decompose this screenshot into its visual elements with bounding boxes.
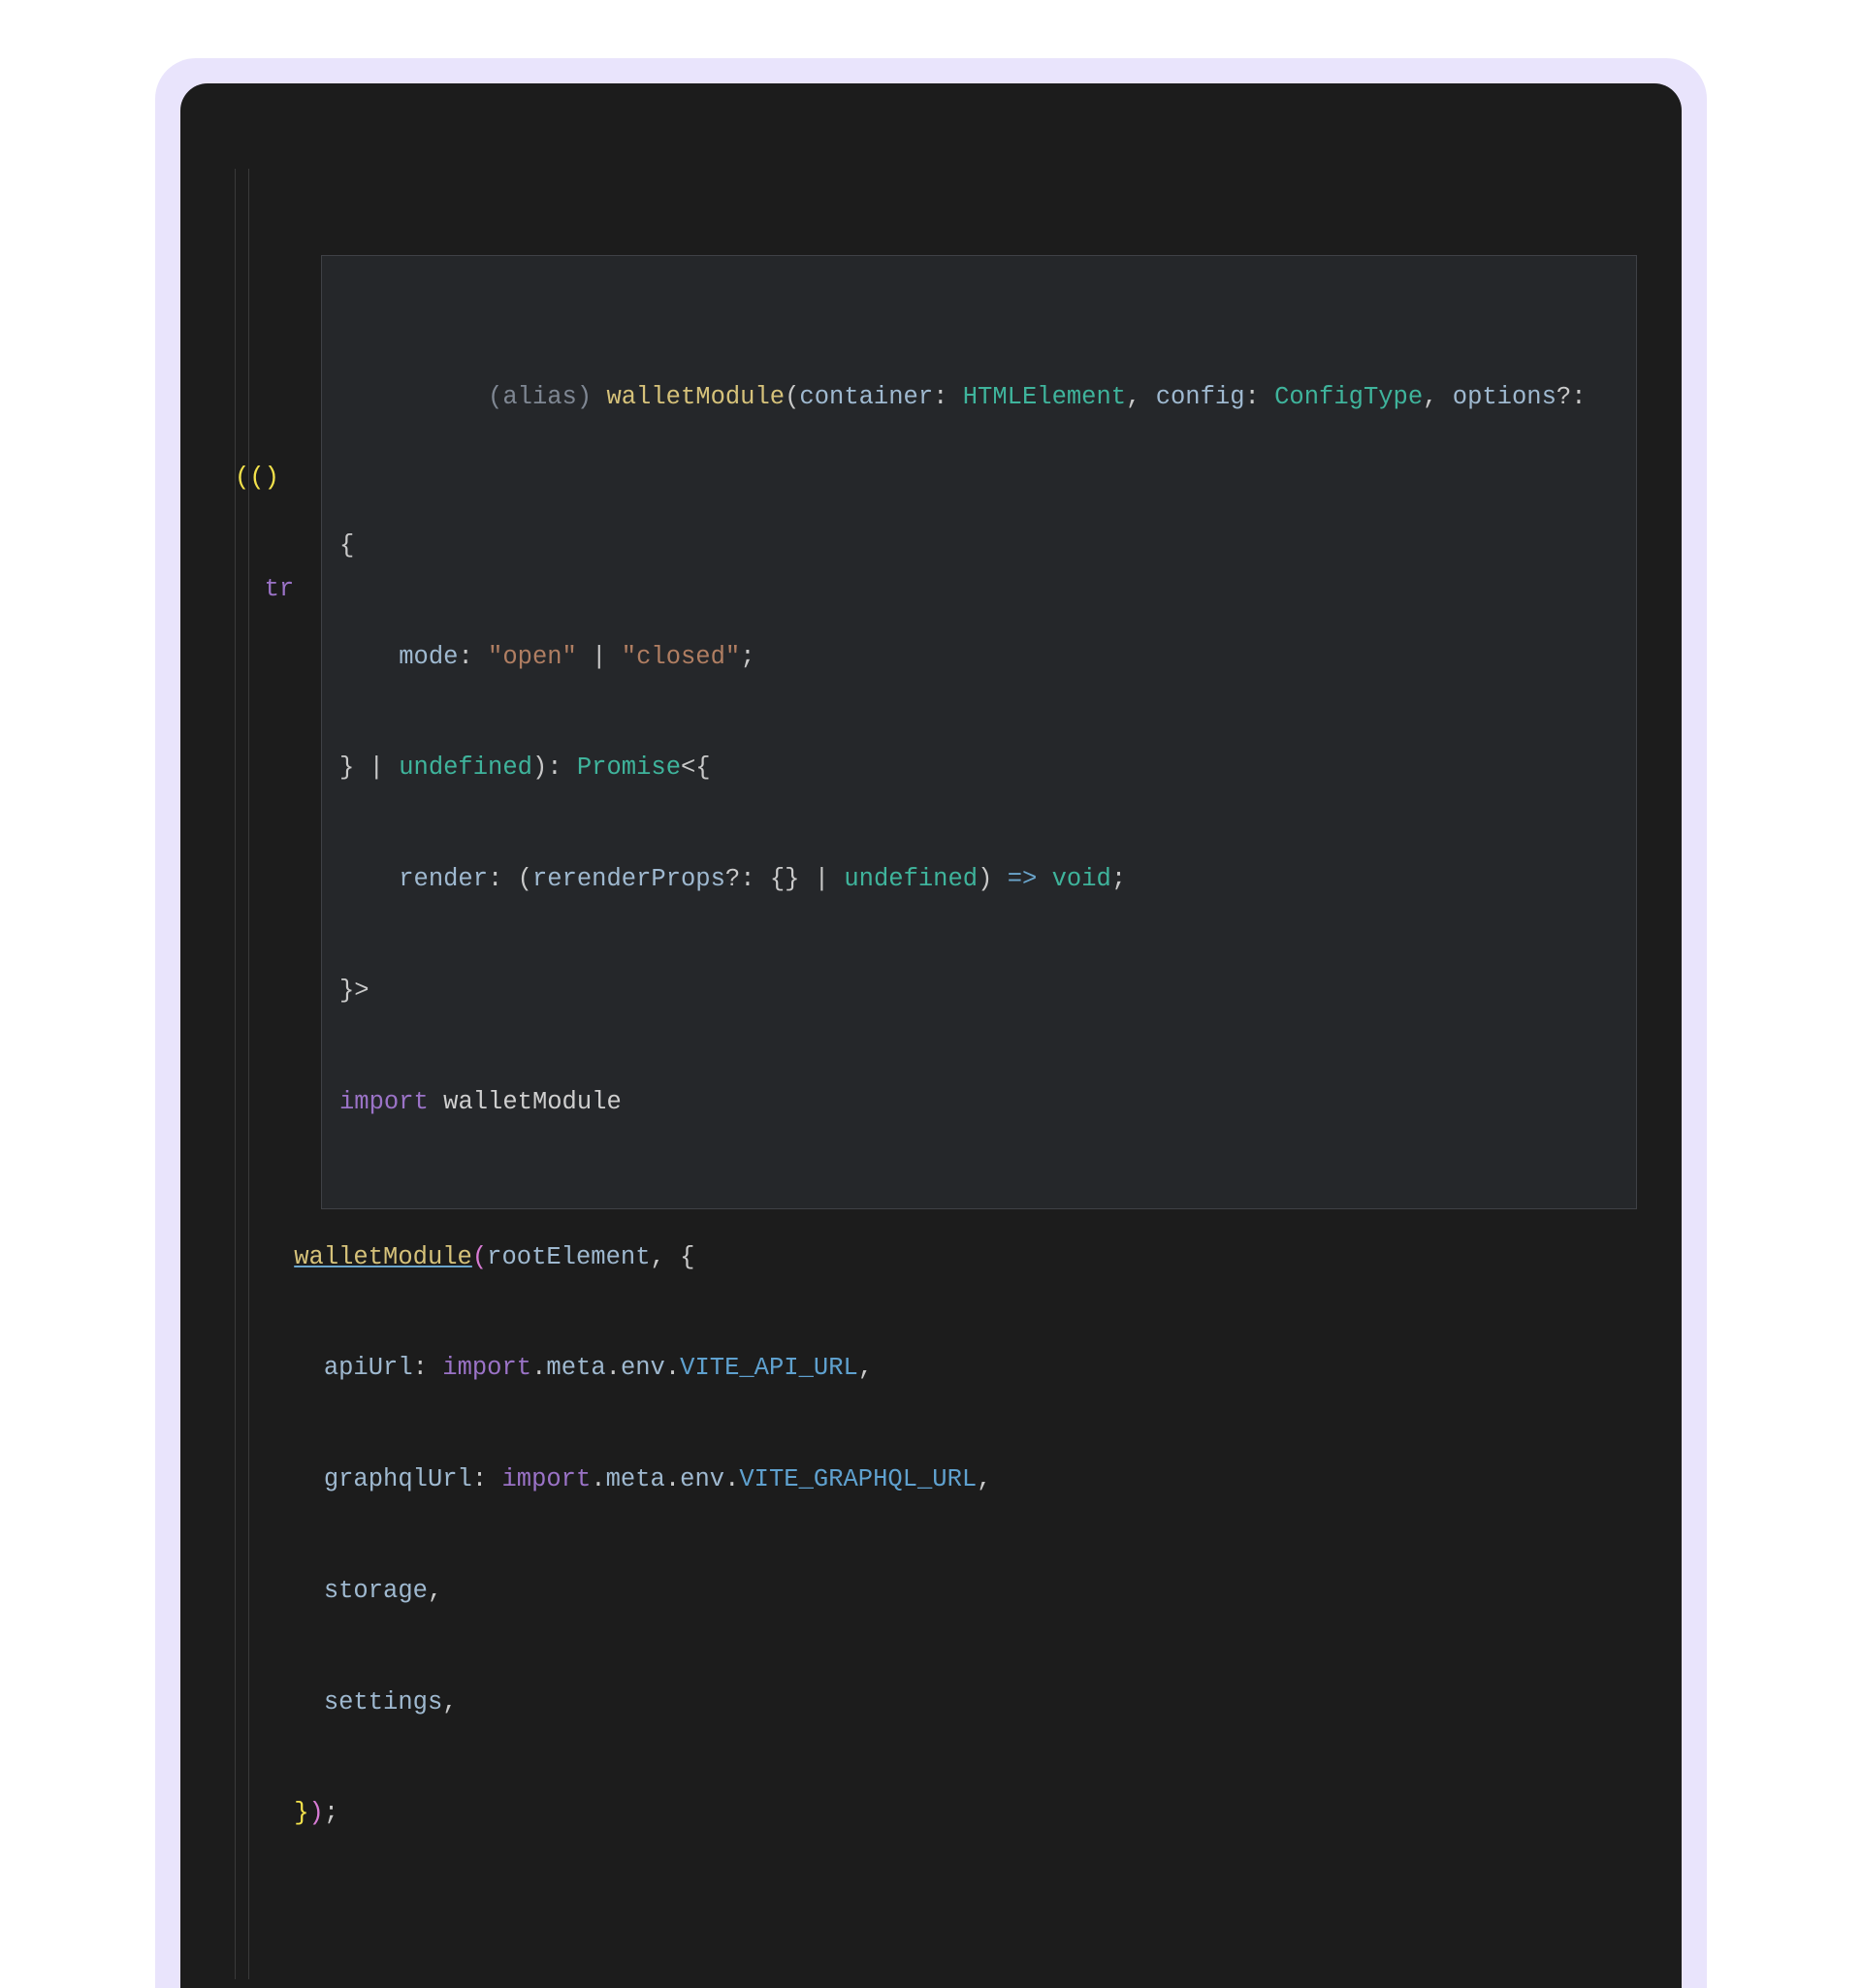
code-line: storage, [235, 1573, 1651, 1610]
hover-fn-name: walletModule [606, 383, 785, 411]
code-line: graphqlUrl: import.meta.env.VITE_GRAPHQL… [235, 1461, 1651, 1498]
code-line: walletModule(rootElement, { [235, 1239, 1651, 1276]
code-area: (alias) walletModule(container: HTMLElem… [229, 274, 1651, 1907]
code-card: (alias) walletModule(container: HTMLElem… [155, 58, 1707, 1988]
hover-alias-label: (alias) [488, 383, 606, 411]
intellisense-hover: (alias) walletModule(container: HTMLElem… [321, 255, 1637, 1209]
code-editor[interactable]: (alias) walletModule(container: HTMLElem… [180, 83, 1682, 1988]
hover-import-keyword: import [339, 1088, 429, 1116]
code-line: }); [235, 1795, 1651, 1832]
code-line: apiUrl: import.meta.env.VITE_API_URL, [235, 1350, 1651, 1387]
code-line: settings, [235, 1684, 1651, 1721]
walletmodule-call[interactable]: walletModule [294, 1243, 472, 1271]
